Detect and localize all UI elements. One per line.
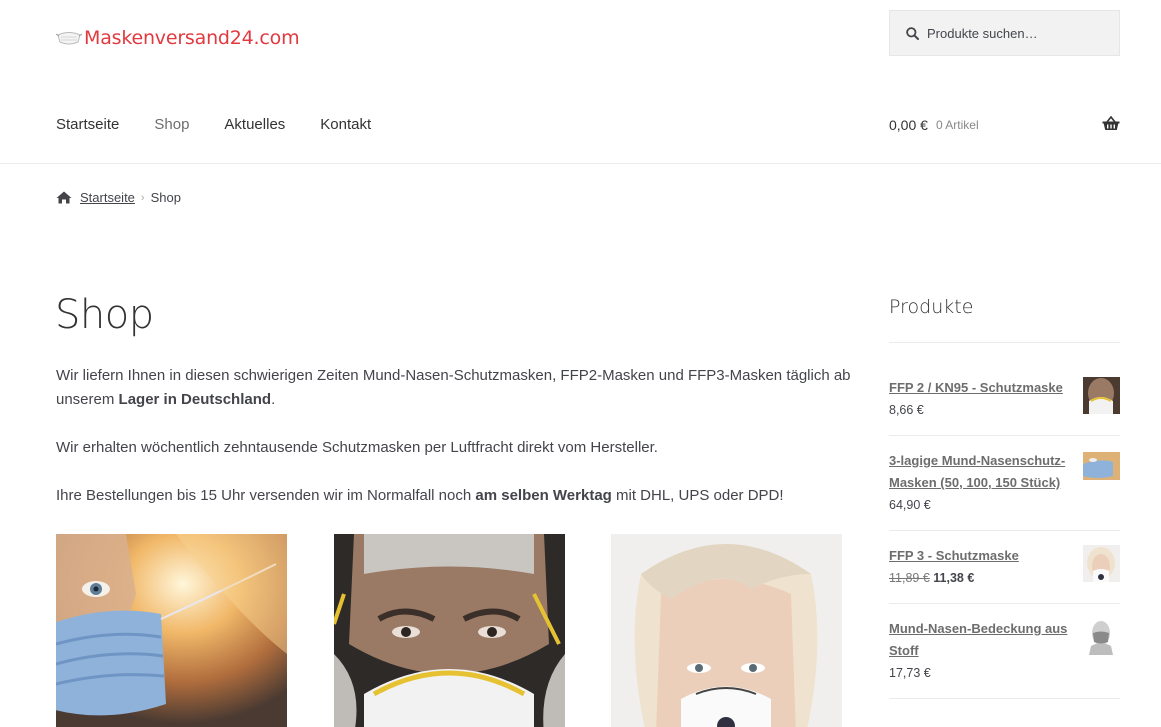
shop-intro: Wir liefern Ihnen in diesen schwierigen … (56, 364, 856, 532)
intro-paragraph-2: Wir erhalten wöchentlich zehntausende Sc… (56, 439, 658, 456)
intro-paragraph-1: Wir liefern Ihnen in diesen schwierigen … (56, 367, 851, 408)
widget-divider (889, 435, 1120, 436)
sidebar-product-link[interactable]: Mund-Nasen-Bedeckung aus Stoff (889, 618, 1069, 662)
product-thumbnail-image (1083, 618, 1120, 655)
site-logo[interactable]: Maskenversand24.com (56, 24, 300, 52)
product-search[interactable] (889, 10, 1120, 56)
sidebar-product-link[interactable]: FFP 3 - Schutzmaske (889, 545, 1069, 567)
search-icon (906, 26, 919, 40)
nav-kontakt[interactable]: Kontakt (320, 115, 371, 135)
product-thumbnail[interactable] (1083, 452, 1120, 480)
sidebar-product-link[interactable]: 3-lagige Mund-Nasenschutz-Masken (50, 10… (889, 450, 1069, 494)
sale-price: 11,38 € (933, 571, 975, 585)
sidebar-product-link[interactable]: FFP 2 / KN95 - Schutzmaske (889, 377, 1069, 399)
sidebar-product-ffp3: FFP 3 - Schutzmaske 11,89 € 11,38 € (889, 545, 1120, 589)
chevron-right-icon: › (140, 191, 145, 204)
page-title: Shop (55, 292, 154, 338)
header-divider (0, 163, 1161, 164)
widget-divider (889, 603, 1120, 604)
product-thumbnail-image (1083, 377, 1120, 414)
product-image-surgical-mask[interactable] (56, 534, 287, 727)
product-thumbnail-image (1083, 452, 1120, 480)
product-thumbnail-image (1083, 545, 1120, 582)
sidebar-product-ffp2: FFP 2 / KN95 - Schutzmaske 8,66 € (889, 377, 1120, 421)
nav-startseite[interactable]: Startseite (56, 115, 119, 135)
home-icon (56, 191, 72, 204)
product-photo (56, 534, 287, 727)
header-cart[interactable]: 0,00 € 0 Artikel (889, 115, 1120, 135)
cart-count: 0 Artikel (935, 118, 979, 132)
basket-icon (1102, 116, 1120, 130)
sidebar-product-price: 17,73 € (889, 666, 931, 680)
product-photo (611, 534, 842, 727)
product-thumbnail[interactable] (1083, 545, 1120, 582)
logo-text: Maskenversand24.com (84, 27, 300, 49)
breadcrumb-home-link[interactable]: Startseite (80, 190, 135, 205)
product-image-ffp2-mask[interactable] (334, 534, 565, 727)
widget-divider (889, 698, 1120, 699)
mask-logo-icon (56, 32, 82, 45)
sidebar-product-3lagig: 3-lagige Mund-Nasenschutz-Masken (50, 10… (889, 450, 1120, 516)
sidebar-product-stoff: Mund-Nasen-Bedeckung aus Stoff 17,73 € (889, 618, 1120, 684)
product-thumbnail[interactable] (1083, 618, 1120, 655)
nav-aktuelles[interactable]: Aktuelles (224, 115, 285, 135)
widget-divider (889, 342, 1120, 343)
intro-paragraph-3: Ihre Bestellungen bis 15 Uhr versenden w… (56, 487, 784, 504)
search-input[interactable] (927, 25, 1107, 41)
product-image-ffp3-mask[interactable] (611, 534, 842, 727)
product-thumbnail[interactable] (1083, 377, 1120, 414)
sidebar-product-price: 64,90 € (889, 498, 931, 512)
breadcrumb: Startseite › Shop (56, 190, 181, 205)
product-photo (334, 534, 565, 727)
nav-shop[interactable]: Shop (154, 115, 189, 135)
cart-amount: 0,00 € (889, 117, 928, 133)
widget-divider (889, 530, 1120, 531)
primary-navigation: Startseite Shop Aktuelles Kontakt (56, 115, 406, 135)
widget-title-products: Produkte (889, 296, 974, 318)
breadcrumb-current: Shop (150, 190, 181, 205)
old-price: 11,89 € (889, 571, 930, 585)
